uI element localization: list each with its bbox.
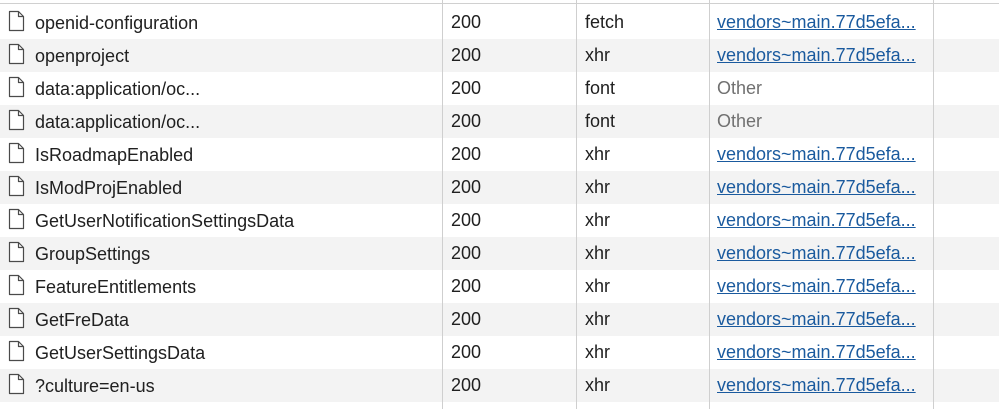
name-cell[interactable]: IsRoadmapEnabled xyxy=(8,138,436,171)
column-divider-status[interactable] xyxy=(576,0,577,409)
document-icon xyxy=(8,110,25,131)
table-row[interactable]: data:application/oc... 200 font Other xyxy=(0,105,999,138)
table-row[interactable]: openproject 200 xhr vendors~main.77d5efa… xyxy=(0,39,999,72)
type-cell: xhr xyxy=(585,342,611,362)
column-divider-name[interactable] xyxy=(442,0,443,409)
status-cell: 200 xyxy=(451,78,482,98)
document-icon xyxy=(8,77,25,98)
type-cell: xhr xyxy=(585,210,611,230)
document-icon xyxy=(8,11,25,32)
document-icon xyxy=(8,209,25,230)
document-icon xyxy=(8,143,25,164)
name-cell[interactable]: data:application/oc... xyxy=(8,105,436,138)
request-name: IsRoadmapEnabled xyxy=(35,144,194,165)
document-icon xyxy=(8,44,25,65)
type-cell: xhr xyxy=(585,375,611,395)
column-divider-initiator[interactable] xyxy=(933,0,934,409)
request-name: GetUserNotificationSettingsData xyxy=(35,210,295,231)
document-icon xyxy=(8,242,25,263)
request-name: ?culture=en-us xyxy=(35,375,155,396)
document-icon xyxy=(8,275,25,296)
table-row[interactable]: GetUserNotificationSettingsData 200 xhr … xyxy=(0,204,999,237)
status-cell: 200 xyxy=(451,375,482,395)
network-request-table: openid-configuration 200 fetch vendors~m… xyxy=(0,0,999,409)
initiator-link[interactable]: vendors~main.77d5efa... xyxy=(717,171,927,204)
type-cell: fetch xyxy=(585,12,625,32)
table-row[interactable]: data:application/oc... 200 font Other xyxy=(0,72,999,105)
table-row[interactable]: GetFreData 200 xhr vendors~main.77d5efa.… xyxy=(0,303,999,336)
status-cell: 200 xyxy=(451,144,482,164)
table-row[interactable]: FeatureEntitlements 200 xhr vendors~main… xyxy=(0,270,999,303)
name-cell[interactable]: openid-configuration xyxy=(8,6,436,39)
request-name: GetUserSettingsData xyxy=(35,342,206,363)
initiator-link[interactable]: vendors~main.77d5efa... xyxy=(717,39,927,72)
name-cell[interactable]: IsModProjEnabled xyxy=(8,171,436,204)
initiator-link[interactable]: vendors~main.77d5efa... xyxy=(717,369,927,402)
type-cell: font xyxy=(585,78,616,98)
initiator-link[interactable]: vendors~main.77d5efa... xyxy=(717,204,927,237)
name-cell[interactable]: GroupSettings xyxy=(8,237,436,270)
initiator-link[interactable]: vendors~main.77d5efa... xyxy=(717,336,927,369)
type-cell: font xyxy=(585,111,616,131)
name-cell[interactable]: FeatureEntitlements xyxy=(8,270,436,303)
initiator-link[interactable]: vendors~main.77d5efa... xyxy=(717,303,927,336)
name-cell[interactable]: GetUserNotificationSettingsData xyxy=(8,204,436,237)
status-cell: 200 xyxy=(451,210,482,230)
table-row[interactable]: openid-configuration 200 fetch vendors~m… xyxy=(0,6,999,39)
header-divider xyxy=(0,3,999,4)
request-name: GroupSettings xyxy=(35,243,151,264)
table-row[interactable]: IsModProjEnabled 200 xhr vendors~main.77… xyxy=(0,171,999,204)
initiator-link[interactable]: vendors~main.77d5efa... xyxy=(717,237,927,270)
request-name: FeatureEntitlements xyxy=(35,276,197,297)
request-rows: openid-configuration 200 fetch vendors~m… xyxy=(0,6,999,402)
name-cell[interactable]: data:application/oc... xyxy=(8,72,436,105)
table-row[interactable]: GetUserSettingsData 200 xhr vendors~main… xyxy=(0,336,999,369)
initiator-cell: Other xyxy=(717,111,763,131)
column-divider-type[interactable] xyxy=(709,0,710,409)
status-cell: 200 xyxy=(451,309,482,329)
status-cell: 200 xyxy=(451,45,482,65)
request-name: data:application/oc... xyxy=(35,111,201,132)
table-row[interactable]: IsRoadmapEnabled 200 xhr vendors~main.77… xyxy=(0,138,999,171)
initiator-link[interactable]: vendors~main.77d5efa... xyxy=(717,6,927,39)
name-cell[interactable]: openproject xyxy=(8,39,436,72)
document-icon xyxy=(8,176,25,197)
name-cell[interactable]: ?culture=en-us xyxy=(8,369,436,402)
status-cell: 200 xyxy=(451,243,482,263)
request-name: IsModProjEnabled xyxy=(35,177,183,198)
request-name: GetFreData xyxy=(35,309,130,330)
table-row[interactable]: GroupSettings 200 xhr vendors~main.77d5e… xyxy=(0,237,999,270)
initiator-link[interactable]: vendors~main.77d5efa... xyxy=(717,138,927,171)
request-name: openproject xyxy=(35,45,130,66)
status-cell: 200 xyxy=(451,276,482,296)
type-cell: xhr xyxy=(585,243,611,263)
type-cell: xhr xyxy=(585,45,611,65)
name-cell[interactable]: GetUserSettingsData xyxy=(8,336,436,369)
type-cell: xhr xyxy=(585,276,611,296)
document-icon xyxy=(8,341,25,362)
status-cell: 200 xyxy=(451,177,482,197)
request-name: data:application/oc... xyxy=(35,78,201,99)
status-cell: 200 xyxy=(451,12,482,32)
type-cell: xhr xyxy=(585,177,611,197)
document-icon xyxy=(8,308,25,329)
table-row[interactable]: ?culture=en-us 200 xhr vendors~main.77d5… xyxy=(0,369,999,402)
status-cell: 200 xyxy=(451,342,482,362)
request-name: openid-configuration xyxy=(35,12,199,33)
initiator-cell: Other xyxy=(717,78,763,98)
type-cell: xhr xyxy=(585,144,611,164)
document-icon xyxy=(8,374,25,395)
type-cell: xhr xyxy=(585,309,611,329)
name-cell[interactable]: GetFreData xyxy=(8,303,436,336)
status-cell: 200 xyxy=(451,111,482,131)
initiator-link[interactable]: vendors~main.77d5efa... xyxy=(717,270,927,303)
